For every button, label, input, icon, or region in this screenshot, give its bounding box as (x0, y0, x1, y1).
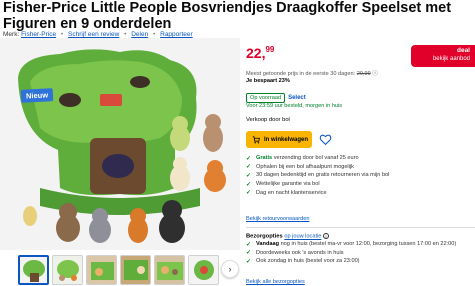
delivery-strong: Vandaag (256, 241, 280, 248)
usp-text: Wettelijke garantie via bol (256, 181, 320, 188)
usp-item: ✓ Wettelijke garantie via bol (246, 180, 475, 189)
usp-strong: Gratis (256, 155, 273, 162)
delivery-text: nog in huis (bestel ma-vr voor 12:00, be… (279, 241, 457, 248)
deal-badge[interactable]: deal bekijk aanbod (411, 45, 475, 67)
check-icon: ✓ (246, 164, 252, 171)
check-icon: ✓ (246, 190, 252, 197)
usp-list: ✓ Gratis verzending door bol vanaf 25 eur… (246, 154, 475, 197)
chevron-right-icon: › (228, 264, 232, 274)
thumbnail[interactable] (52, 255, 83, 285)
delivery-options-title: Bezorgopties (246, 233, 283, 240)
delivery-option: ✓ Vandaag nog in huis (bestel ma-vr voor … (246, 240, 475, 249)
thumbnail[interactable] (188, 255, 219, 285)
all-delivery-options-link[interactable]: Bekijk alle bezorgopties (246, 279, 305, 285)
info-icon[interactable]: ⓘ (372, 71, 378, 77)
reference-price-prefix: Meest getoonde prijs in de eerste 30 dag… (246, 71, 356, 77)
price-whole: 22, (246, 45, 266, 61)
usp-text: 30 dagen bedenktijd en gratis retournere… (256, 172, 390, 179)
thumbnail-image (53, 256, 82, 284)
location-link[interactable]: op jouw locatie (284, 234, 321, 240)
brand-link[interactable]: Fisher-Price (21, 31, 56, 38)
add-to-cart-label: In winkelwagen (264, 136, 309, 143)
deal-label: deal (456, 47, 470, 54)
delivery-option: ✓ Ook zondag in huis (bestel voor za 23:0… (246, 257, 475, 266)
delivery-promise: Voor 23:59 uur besteld, morgen in huis (246, 103, 343, 109)
usp-text: Dag en nacht klantenservice (256, 189, 327, 196)
next-thumbnails-button[interactable]: › (221, 260, 239, 278)
thumbnail[interactable] (18, 255, 49, 285)
check-icon: ✓ (246, 181, 252, 188)
stock-tags: Op voorraad Select (246, 93, 306, 103)
thumbnail-image (87, 256, 116, 284)
product-title: Fisher-Price Little People Bosvriendjes … (3, 0, 452, 32)
wishlist-heart-icon[interactable] (319, 133, 332, 146)
thumbnail-image (121, 256, 150, 284)
cart-icon (252, 135, 260, 144)
reference-price-value: 29,99 (356, 71, 371, 77)
delivery-text: Ook zondag in huis (bestel voor za 23:00… (256, 258, 360, 265)
seller-text: Verkoop door bol (246, 117, 290, 123)
report-link[interactable]: Rapporteer (160, 31, 193, 38)
info-icon[interactable]: i (322, 233, 329, 239)
new-badge: Nieuw (20, 88, 54, 103)
thumbnail-image (20, 257, 47, 283)
price: 22,99 (246, 45, 274, 61)
usp-item: ✓ 30 dagen bedenktijd en gratis retourner… (246, 171, 475, 180)
product-image[interactable]: Nieuw (0, 38, 240, 250)
thumbnail[interactable] (154, 255, 185, 285)
stock-badge: Op voorraad (246, 93, 286, 103)
separator: • (153, 31, 156, 38)
product-illustration (0, 38, 240, 250)
usp-text: verzending door bol vanaf 25 euro (272, 155, 359, 162)
usp-item: ✓ Dag en nacht klantenservice (246, 188, 475, 197)
divider (246, 227, 475, 228)
share-link[interactable]: Delen (131, 31, 148, 38)
check-icon: ✓ (246, 241, 252, 248)
thumbnail-image (155, 256, 184, 284)
thumbnail[interactable] (120, 255, 151, 285)
select-badge: Select (288, 95, 306, 101)
add-to-cart-button[interactable]: In winkelwagen (246, 131, 312, 148)
check-icon: ✓ (246, 250, 252, 257)
savings-text: Je bespaart 23% (246, 78, 290, 84)
thumbnail[interactable] (86, 255, 117, 285)
separator: • (60, 31, 64, 38)
write-review-link[interactable]: Schrijf een review (68, 31, 119, 38)
usp-text: Ophalen bij een bol afhaalpunt mogelijk (256, 163, 354, 170)
deal-sub-label: bekijk aanbod (432, 56, 470, 62)
product-meta-bar: Merk: Fisher-Price • Schrijf een review … (3, 31, 193, 38)
usp-item: ✓ Gratis verzending door bol vanaf 25 eur… (246, 154, 475, 163)
delivery-option: ✓ Doordeweeks ook 's avonds in huis (246, 249, 475, 258)
usp-item: ✓ Ophalen bij een bol afhaalpunt mogelijk (246, 163, 475, 172)
reference-price: Meest getoonde prijs in de eerste 30 dag… (246, 69, 378, 77)
price-cents: 99 (265, 45, 275, 54)
delivery-options-heading: Bezorgopties op jouw locatie i (246, 233, 329, 240)
delivery-options-list: ✓ Vandaag nog in huis (bestel ma-vr voor … (246, 240, 475, 266)
check-icon: ✓ (246, 258, 252, 265)
brand-label: Merk: (3, 31, 20, 38)
check-icon: ✓ (246, 155, 252, 162)
return-conditions-link[interactable]: Bekijk retourvoorwaarden (246, 216, 309, 222)
check-icon: ✓ (246, 172, 252, 179)
thumbnail-strip (18, 255, 219, 285)
delivery-text: Doordeweeks ook 's avonds in huis (256, 249, 344, 256)
thumbnail-image (189, 256, 218, 284)
separator: • (124, 31, 127, 38)
